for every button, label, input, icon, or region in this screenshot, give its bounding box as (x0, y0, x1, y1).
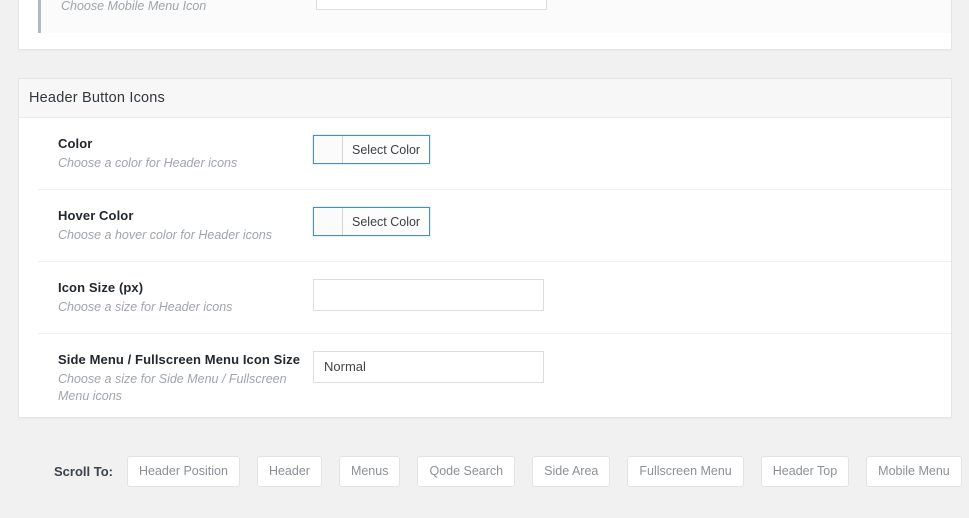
scroll-to-button-wrapper: Header Top (757, 452, 853, 491)
icon-size-input[interactable] (313, 279, 544, 311)
side-menu-icon-size-select[interactable]: Normal (313, 351, 544, 383)
field-title: Hover Color (58, 208, 134, 223)
field-control-group: Normal (313, 351, 951, 383)
hover-color-picker-button[interactable]: Select Color (313, 207, 431, 236)
option-row-mobile-menu-icon: Mobile Menu Icon Choose Mobile Menu Icon (38, 0, 951, 33)
field-control-group (316, 0, 951, 15)
scroll-to-button-wrapper: Fullscreen Menu (623, 452, 747, 491)
scroll-to-button[interactable]: Header Top (760, 455, 850, 487)
select-color-label[interactable]: Select Color (343, 208, 430, 235)
panel-title: Header Button Icons (29, 90, 165, 106)
field-control-group: Select Color (313, 135, 951, 166)
scroll-to-button-wrapper: Menus (335, 452, 405, 491)
color-swatch[interactable] (314, 208, 343, 235)
scroll-to-bar: Scroll To: Header Position Header Menus Qod… (0, 440, 969, 502)
option-row-hover-color: Hover Color Choose a hover color for Hea… (38, 189, 951, 261)
scroll-to-label: Scroll To: (54, 463, 113, 479)
select-value: Normal (324, 359, 366, 374)
field-title: Icon Size (px) (58, 280, 144, 295)
scroll-to-button[interactable]: Header Position (126, 455, 240, 487)
select-color-label[interactable]: Select Color (343, 136, 430, 163)
field-description: Choose Mobile Menu Icon (61, 0, 207, 13)
field-label-group: Icon Size (px) Choose a size for Header … (38, 279, 313, 316)
color-swatch[interactable] (314, 136, 343, 163)
field-control-group (313, 279, 951, 311)
header-button-icons-panel: Header Button Icons Color Choose a color… (18, 78, 952, 418)
option-row-color: Color Choose a color for Header icons Se… (38, 118, 951, 189)
field-description: Choose a hover color for Header icons (58, 228, 273, 242)
field-control-group: Select Color (313, 207, 951, 238)
mobile-menu-panel: Mobile Menu Icon Choose Mobile Menu Icon (18, 0, 952, 50)
color-picker-button[interactable]: Select Color (313, 135, 431, 164)
panel-body: Color Choose a color for Header icons Se… (19, 118, 951, 422)
scroll-to-button-wrapper: Qode Search (413, 452, 519, 491)
scroll-to-button-wrapper: Side Area (528, 452, 614, 491)
field-title: Side Menu / Fullscreen Menu Icon Size (58, 352, 301, 367)
field-title: Color (58, 136, 93, 151)
option-row-side-menu-icon-size: Side Menu / Fullscreen Menu Icon Size Ch… (38, 333, 951, 422)
scroll-to-button[interactable]: Side Area (532, 455, 611, 487)
scroll-to-button[interactable]: Qode Search (417, 455, 516, 487)
mobile-menu-icon-input[interactable] (316, 0, 547, 10)
scroll-to-button-group: Header Position Header Menus Qode Search Sid… (123, 452, 969, 491)
field-label-group: Color Choose a color for Header icons (38, 135, 313, 172)
scroll-to-button-wrapper: Mobile Menu (862, 452, 966, 491)
panel-header: Header Button Icons (19, 79, 951, 118)
scroll-to-button[interactable]: Header (256, 455, 322, 487)
scroll-to-button-wrapper: Header (253, 452, 326, 491)
scroll-to-button[interactable]: Fullscreen Menu (627, 455, 744, 487)
scroll-to-button-wrapper: Header Position (123, 452, 244, 491)
scroll-to-button[interactable]: Mobile Menu (866, 455, 962, 487)
field-description: Choose a size for Header icons (58, 300, 233, 314)
scroll-to-button[interactable]: Menus (338, 455, 401, 487)
field-description: Choose a size for Side Menu / Fullscreen… (58, 372, 287, 403)
field-label-group: Mobile Menu Icon Choose Mobile Menu Icon (41, 0, 316, 15)
field-description: Choose a color for Header icons (58, 156, 238, 170)
field-label-group: Side Menu / Fullscreen Menu Icon Size Ch… (38, 351, 313, 405)
option-row-icon-size: Icon Size (px) Choose a size for Header … (38, 261, 951, 333)
field-label-group: Hover Color Choose a hover color for Hea… (38, 207, 313, 244)
